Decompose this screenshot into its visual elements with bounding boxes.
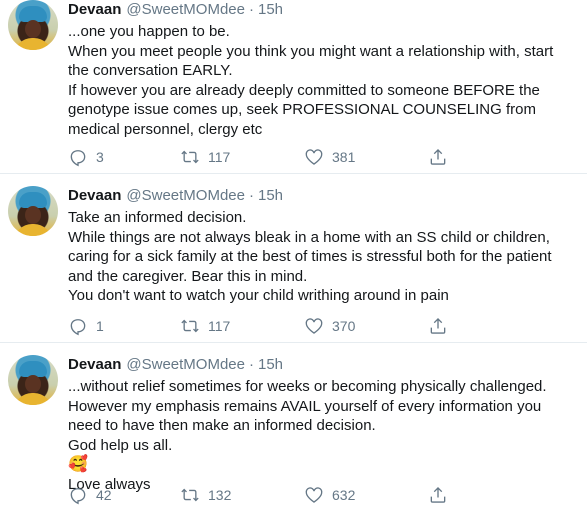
avatar[interactable] bbox=[8, 186, 58, 236]
tweet-line: ...without relief sometimes for weeks or… bbox=[68, 378, 547, 395]
like-button[interactable]: 370 bbox=[304, 316, 428, 336]
tweet-header: Devaan @SweetMOMdee · 15h bbox=[68, 0, 577, 20]
tweet-text: ...without relief sometimes for weeks or… bbox=[68, 377, 577, 495]
reply-count: 42 bbox=[96, 487, 112, 503]
avatar[interactable] bbox=[8, 0, 58, 50]
tweet-line: While things are not always bleak in a h… bbox=[68, 228, 552, 285]
tweet[interactable]: Devaan @SweetMOMdee · 15h Take an inform… bbox=[0, 174, 587, 343]
timestamp[interactable]: 15h bbox=[258, 355, 283, 375]
tweet[interactable]: Devaan @SweetMOMdee · 15h ...one you hap… bbox=[0, 0, 587, 174]
timestamp[interactable]: 15h bbox=[258, 0, 283, 20]
reply-count: 3 bbox=[96, 149, 104, 165]
like-button[interactable]: 632 bbox=[304, 485, 428, 505]
tweet-line: When you meet people you think you might… bbox=[68, 42, 554, 80]
tweet-text: ...one you happen to be. When you meet p… bbox=[68, 22, 577, 140]
retweet-icon bbox=[181, 150, 199, 164]
reply-button[interactable]: 42 bbox=[68, 485, 180, 505]
tweet-line: Take an informed decision. bbox=[68, 209, 247, 226]
author-handle[interactable]: @SweetMOMdee bbox=[126, 355, 245, 375]
like-count: 370 bbox=[332, 318, 356, 334]
like-button[interactable]: 381 bbox=[304, 147, 428, 167]
retweet-button[interactable]: 117 bbox=[180, 147, 304, 167]
reply-button[interactable]: 1 bbox=[68, 316, 180, 336]
retweet-count: 132 bbox=[208, 487, 232, 503]
tweet-line: ...one you happen to be. bbox=[68, 23, 230, 40]
tweet-header: Devaan @SweetMOMdee · 15h bbox=[68, 174, 577, 206]
smiling-face-with-hearts-emoji: 🥰 bbox=[68, 456, 88, 474]
tweet-header: Devaan @SweetMOMdee · 15h bbox=[68, 343, 577, 375]
tweet-line: However my emphasis remains AVAIL yourse… bbox=[68, 397, 542, 435]
retweet-button[interactable]: 132 bbox=[180, 485, 304, 505]
heart-icon bbox=[305, 318, 323, 334]
retweet-icon bbox=[181, 488, 199, 502]
author-handle[interactable]: @SweetMOMdee bbox=[126, 186, 245, 206]
author-handle[interactable]: @SweetMOMdee bbox=[126, 0, 245, 20]
retweet-count: 117 bbox=[208, 149, 231, 165]
reply-count: 1 bbox=[96, 318, 104, 334]
tweet-line: God help us all. bbox=[68, 436, 173, 454]
separator: · bbox=[248, 356, 254, 373]
like-count: 632 bbox=[332, 487, 356, 503]
reply-button[interactable]: 3 bbox=[68, 147, 180, 167]
heart-icon bbox=[305, 487, 323, 503]
share-button[interactable] bbox=[428, 316, 448, 336]
share-button[interactable] bbox=[428, 485, 448, 505]
share-icon bbox=[430, 317, 446, 334]
tweet-actions: 3 117 381 bbox=[68, 147, 448, 167]
author-name[interactable]: Devaan bbox=[68, 355, 121, 375]
share-icon bbox=[430, 486, 446, 503]
author-name[interactable]: Devaan bbox=[68, 186, 121, 206]
share-button[interactable] bbox=[428, 147, 448, 167]
tweet[interactable]: Devaan @SweetMOMdee · 15h ...without rel… bbox=[0, 343, 587, 514]
retweet-count: 117 bbox=[208, 318, 231, 334]
tweet-line: 🥰 bbox=[68, 455, 577, 475]
avatar[interactable] bbox=[8, 355, 58, 405]
reply-icon bbox=[70, 319, 86, 336]
share-icon bbox=[430, 148, 446, 165]
like-count: 381 bbox=[332, 149, 356, 165]
heart-icon bbox=[305, 149, 323, 165]
author-name[interactable]: Devaan bbox=[68, 0, 121, 20]
separator: · bbox=[248, 1, 254, 18]
timestamp[interactable]: 15h bbox=[258, 186, 283, 206]
tweet-text: Take an informed decision. While things … bbox=[68, 208, 577, 306]
tweet-actions: 42 132 632 bbox=[68, 485, 448, 505]
reply-icon bbox=[70, 150, 86, 167]
reply-icon bbox=[70, 488, 86, 505]
tweet-line: If however you are already deeply commit… bbox=[68, 81, 540, 138]
retweet-icon bbox=[181, 319, 199, 333]
separator: · bbox=[248, 187, 254, 204]
tweet-actions: 1 117 370 bbox=[68, 316, 448, 336]
retweet-button[interactable]: 117 bbox=[180, 316, 304, 336]
tweet-line: You don't want to watch your child writh… bbox=[68, 287, 449, 305]
